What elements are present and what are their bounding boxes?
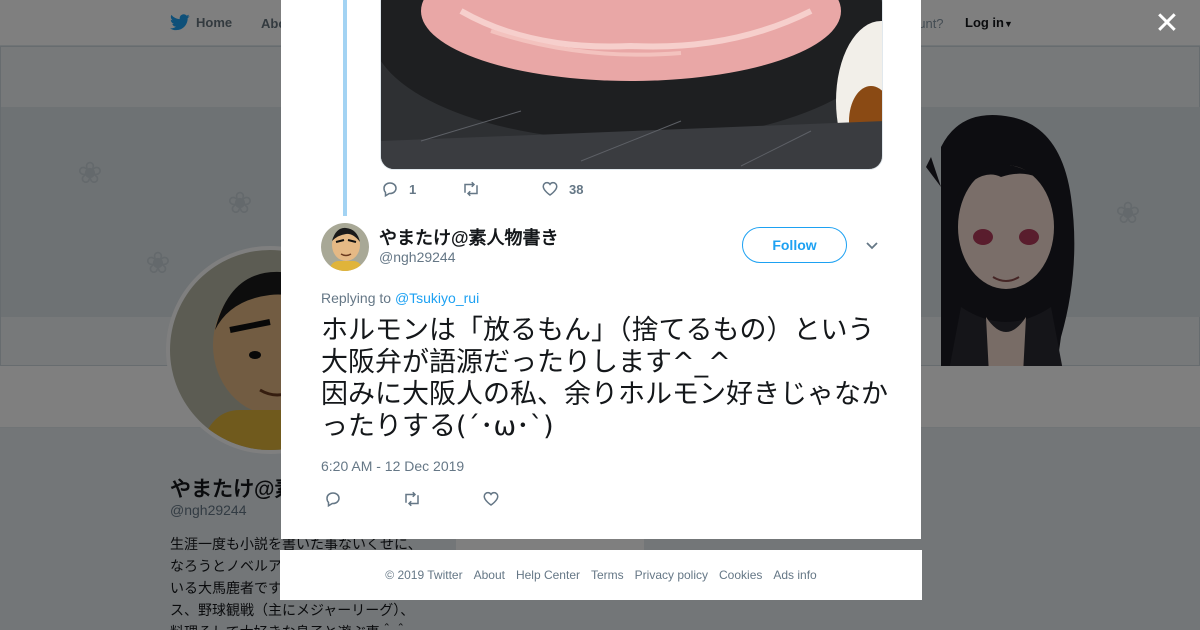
- footer-link-privacy[interactable]: Privacy policy: [635, 568, 708, 582]
- retweet-button[interactable]: [461, 180, 541, 198]
- tweet-timestamp[interactable]: 6:20 AM - 12 Dec 2019: [321, 458, 464, 474]
- reply-icon: [383, 182, 397, 198]
- author-handle[interactable]: @ngh29244: [379, 249, 456, 265]
- tweet-modal: 1 38 やまたけ@素人物書き @ngh29244 Follow Replyin…: [281, 0, 921, 539]
- tweet-text: ホルモンは「放るもん」（捨てるもの）という大阪弁が語源だったりします^_^ 因み…: [321, 315, 888, 442]
- author-avatar[interactable]: [321, 223, 369, 271]
- chevron-down-icon[interactable]: [864, 237, 880, 253]
- footer-link-cookies[interactable]: Cookies: [719, 568, 762, 582]
- footer-link-ads-info[interactable]: Ads info: [773, 568, 816, 582]
- replying-to: Replying to @Tsukiyo_rui: [321, 290, 479, 306]
- retweet-icon[interactable]: [402, 490, 422, 508]
- previous-tweet-actions: 1 38: [381, 180, 583, 198]
- like-button[interactable]: 38: [541, 180, 583, 198]
- footer-link-about[interactable]: About: [474, 568, 505, 582]
- footer-link-terms[interactable]: Terms: [591, 568, 624, 582]
- follow-button[interactable]: Follow: [742, 227, 847, 263]
- reply-icon[interactable]: [324, 490, 342, 508]
- reply-count: 1: [409, 181, 417, 197]
- like-icon[interactable]: [482, 490, 500, 508]
- like-count: 38: [569, 181, 584, 197]
- replying-prefix: Replying to: [321, 290, 395, 306]
- author-name[interactable]: やまたけ@素人物書き: [379, 224, 559, 250]
- footer-link-help-center[interactable]: Help Center: [516, 568, 580, 582]
- replying-to-link[interactable]: @Tsukiyo_rui: [395, 290, 479, 306]
- close-icon[interactable]: ✕: [1154, 9, 1180, 39]
- tweet-actions: [324, 490, 500, 508]
- footer-copyright: © 2019 Twitter: [385, 568, 463, 582]
- modal-footer: © 2019 Twitter About Help Center Terms P…: [280, 550, 922, 600]
- like-icon: [542, 181, 558, 196]
- tweet-photo[interactable]: [380, 0, 883, 170]
- thread-line: [343, 0, 347, 216]
- reply-button[interactable]: 1: [381, 180, 461, 198]
- retweet-icon: [464, 181, 478, 197]
